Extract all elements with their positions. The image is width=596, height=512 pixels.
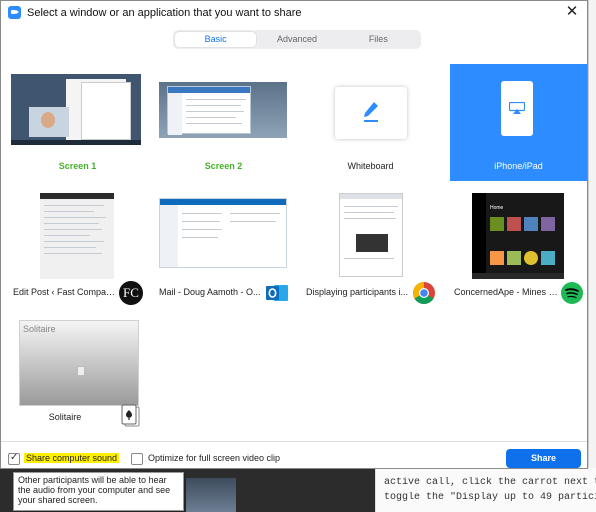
dialog-footer: Share computer sound Optimize for full s… [1, 441, 587, 469]
share-tile-spotify[interactable]: Home ConcernedApe - Mines (... [450, 191, 587, 307]
tile-label: Whiteboard [347, 161, 394, 171]
iphone-thumbnail [501, 81, 533, 136]
window-thumbnail: Home [472, 193, 564, 279]
share-screen-dialog: Select a window or an application that y… [0, 0, 588, 469]
share-tile-screen-2[interactable]: Screen 2 [155, 72, 292, 188]
share-tile-edit-post[interactable]: Edit Post ‹ Fast Compan... FC [9, 191, 146, 307]
spotify-home-label: Home [490, 205, 504, 211]
window-thumbnail [40, 193, 114, 279]
background-article-panel: active call, click the carrot next to th… [375, 468, 596, 512]
whiteboard-thumbnail [335, 87, 407, 139]
tile-label: Mail - Doug Aamoth - O... [159, 287, 261, 297]
window-thumbnail: Solitaire [19, 320, 139, 406]
tile-label: Screen 1 [58, 161, 97, 171]
share-tile-whiteboard[interactable]: Whiteboard [302, 72, 439, 188]
share-tile-iphone-ipad[interactable]: iPhone/iPad [450, 64, 587, 181]
background-text-line: active call, click the carrot next to th [384, 477, 596, 488]
share-tile-solitaire[interactable]: Solitaire Solitaire [9, 317, 146, 433]
background-text-line: toggle the "Display up to 49 participant [384, 492, 596, 503]
window-thumbnail [159, 198, 287, 268]
tile-label: ConcernedApe - Mines (... [454, 287, 558, 297]
window-thumbnail [339, 193, 403, 277]
tile-label: Edit Post ‹ Fast Compan... [13, 287, 117, 297]
share-sound-tooltip: Other participants will be able to hear … [13, 472, 184, 511]
share-tabs: Basic Advanced Files [173, 30, 421, 49]
share-sound-label[interactable]: Share computer sound [24, 453, 120, 463]
solitaire-icon [121, 404, 140, 427]
fc-icon: FC [119, 281, 143, 305]
background-window-edge [588, 0, 596, 512]
background-photo [186, 478, 236, 512]
pencil-icon [364, 102, 378, 122]
tile-label: Solitaire [48, 412, 82, 422]
share-tile-screen-1[interactable]: Screen 1 [9, 72, 146, 188]
tab-basic[interactable]: Basic [175, 32, 257, 47]
screen-1-thumbnail [11, 74, 141, 145]
optimize-video-checkbox[interactable] [131, 453, 143, 465]
title-bar: Select a window or an application that y… [1, 1, 587, 24]
share-sound-checkbox[interactable] [8, 452, 20, 465]
spotify-icon [561, 282, 583, 304]
tile-label: Displaying participants i... [306, 287, 409, 297]
zoom-app-icon [8, 6, 21, 19]
chrome-icon [413, 282, 435, 304]
share-button[interactable]: Share [506, 449, 581, 468]
tile-label: iPhone/iPad [494, 161, 543, 171]
share-tile-mail[interactable]: Mail - Doug Aamoth - O... [155, 191, 292, 307]
tile-label: Screen 2 [204, 161, 243, 171]
solitaire-thumb-title: Solitaire [23, 324, 56, 334]
optimize-video-label[interactable]: Optimize for full screen video clip [148, 453, 280, 463]
share-tile-chrome[interactable]: Displaying participants i... [302, 191, 439, 307]
tab-files[interactable]: Files [338, 32, 419, 47]
dialog-title: Select a window or an application that y… [27, 7, 302, 19]
screen-2-thumbnail [159, 82, 287, 138]
tab-advanced[interactable]: Advanced [256, 32, 337, 47]
close-icon[interactable]: ✕ [563, 3, 581, 21]
airplay-icon [509, 102, 525, 114]
outlook-icon [266, 285, 288, 301]
